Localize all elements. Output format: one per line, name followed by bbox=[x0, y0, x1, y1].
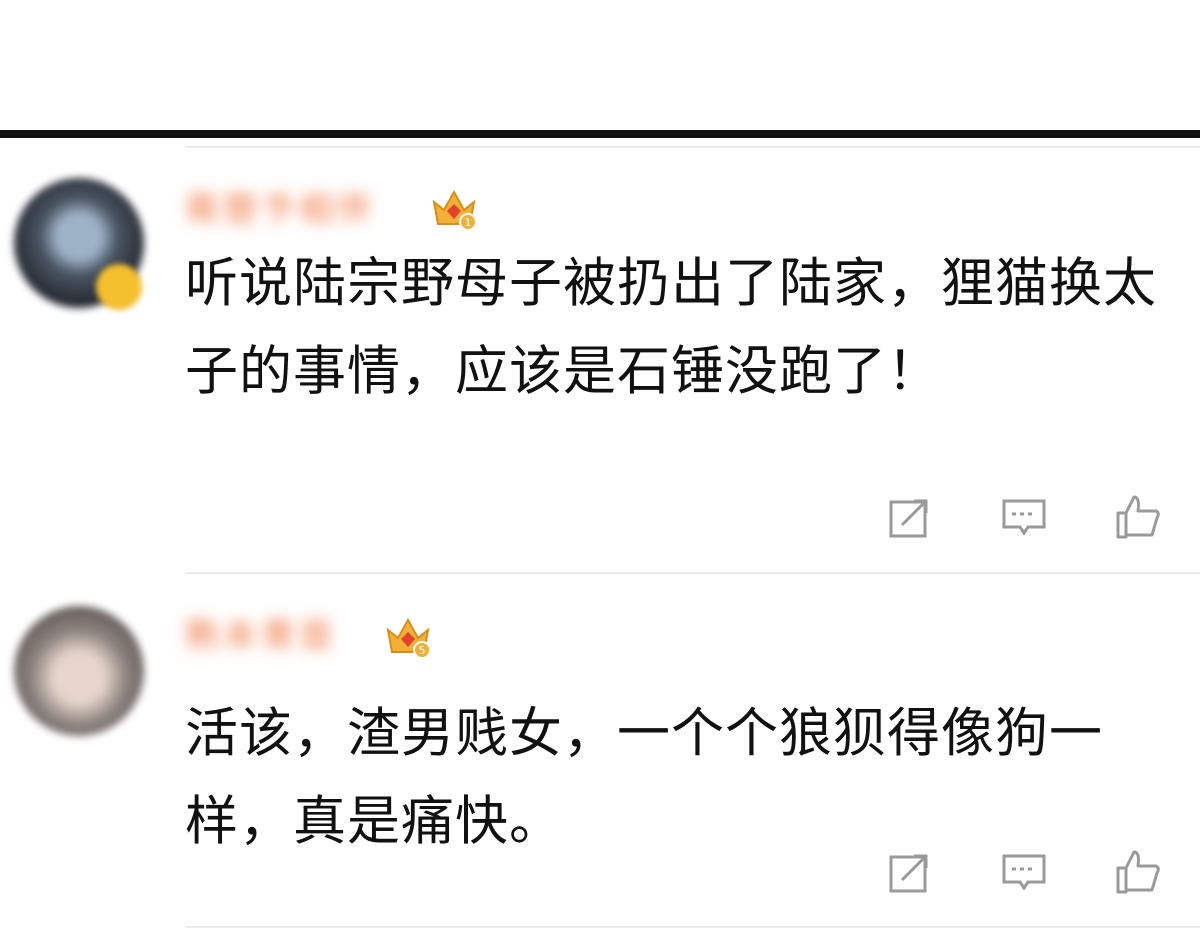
comment-icon[interactable] bbox=[1000, 848, 1048, 896]
share-icon[interactable] bbox=[886, 493, 934, 541]
crown-level-icon: 1 bbox=[432, 189, 477, 231]
crown-level: 5 bbox=[419, 644, 426, 657]
comment-actions bbox=[886, 848, 1162, 896]
like-icon[interactable] bbox=[1114, 493, 1162, 541]
comment-icon[interactable] bbox=[1000, 493, 1048, 541]
verified-badge bbox=[96, 264, 142, 310]
divider bbox=[185, 926, 1200, 928]
comment-text: 活该，渣男贱女，一个个狼狈得像狗一样，真是痛快。 bbox=[185, 703, 1103, 852]
username[interactable]: 蒋楚予相伴 bbox=[185, 188, 375, 232]
divider bbox=[185, 146, 1200, 148]
username[interactable]: 熟本青苗 bbox=[185, 614, 337, 658]
avatar[interactable] bbox=[14, 606, 144, 736]
share-icon[interactable] bbox=[886, 848, 934, 896]
comment-text: 听说陆宗野母子被扔出了陆家，狸猫换太子的事情，应该是石锤没跑了！ bbox=[185, 253, 1157, 402]
top-divider bbox=[0, 130, 1200, 138]
like-icon[interactable] bbox=[1114, 848, 1162, 896]
crown-level: 1 bbox=[465, 216, 472, 229]
crown-level-icon: 5 bbox=[386, 617, 431, 659]
comment-actions bbox=[886, 493, 1162, 541]
divider bbox=[185, 572, 1200, 574]
